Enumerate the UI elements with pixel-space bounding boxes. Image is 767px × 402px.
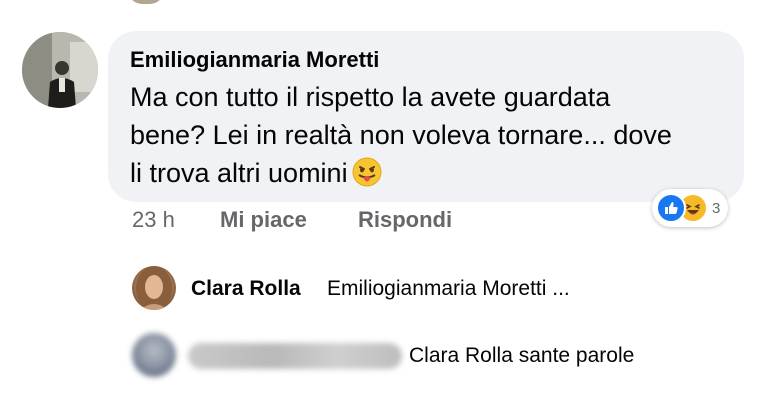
comment-text-line: li trova altri uomini xyxy=(130,154,690,192)
avatar-photo xyxy=(22,32,98,108)
reaction-count: 3 xyxy=(712,199,721,217)
avatar-photo xyxy=(136,266,172,310)
tongue-out-emoji-icon xyxy=(352,157,382,187)
avatar[interactable] xyxy=(132,333,176,377)
avatar[interactable] xyxy=(22,32,98,108)
comment-author-name[interactable]: Emiliogianmaria Moretti xyxy=(130,46,379,74)
comment-thread: Emiliogianmaria Moretti Ma con tutto il … xyxy=(0,0,767,402)
reply-author-name[interactable]: Clara Rolla xyxy=(191,277,301,301)
reply-preview-text[interactable]: Clara Rolla sante parole xyxy=(409,344,634,368)
comment-text-line: Ma con tutto il rispetto la avete guarda… xyxy=(130,82,611,112)
like-icon xyxy=(656,193,686,223)
comment-text-line-content: li trova altri uomini xyxy=(130,158,348,188)
blurred-author-name[interactable] xyxy=(188,343,402,369)
comment-text: Ma con tutto il rispetto la avete guarda… xyxy=(130,78,690,192)
avatar[interactable] xyxy=(132,266,176,310)
reply-button[interactable]: Rispondi xyxy=(358,205,452,235)
comment-text-line: bene? Lei in realtà non voleva tornare..… xyxy=(130,120,672,150)
comment-timestamp[interactable]: 23 h xyxy=(132,205,175,235)
reply-preview-text[interactable]: Emiliogianmaria Moretti ... xyxy=(327,277,570,301)
like-button[interactable]: Mi piace xyxy=(220,205,307,235)
reaction-summary[interactable]: 3 xyxy=(652,189,729,227)
cropped-avatar-fragment xyxy=(128,0,164,4)
comment-meta-row: 23 h Mi piace Rispondi xyxy=(132,205,452,235)
